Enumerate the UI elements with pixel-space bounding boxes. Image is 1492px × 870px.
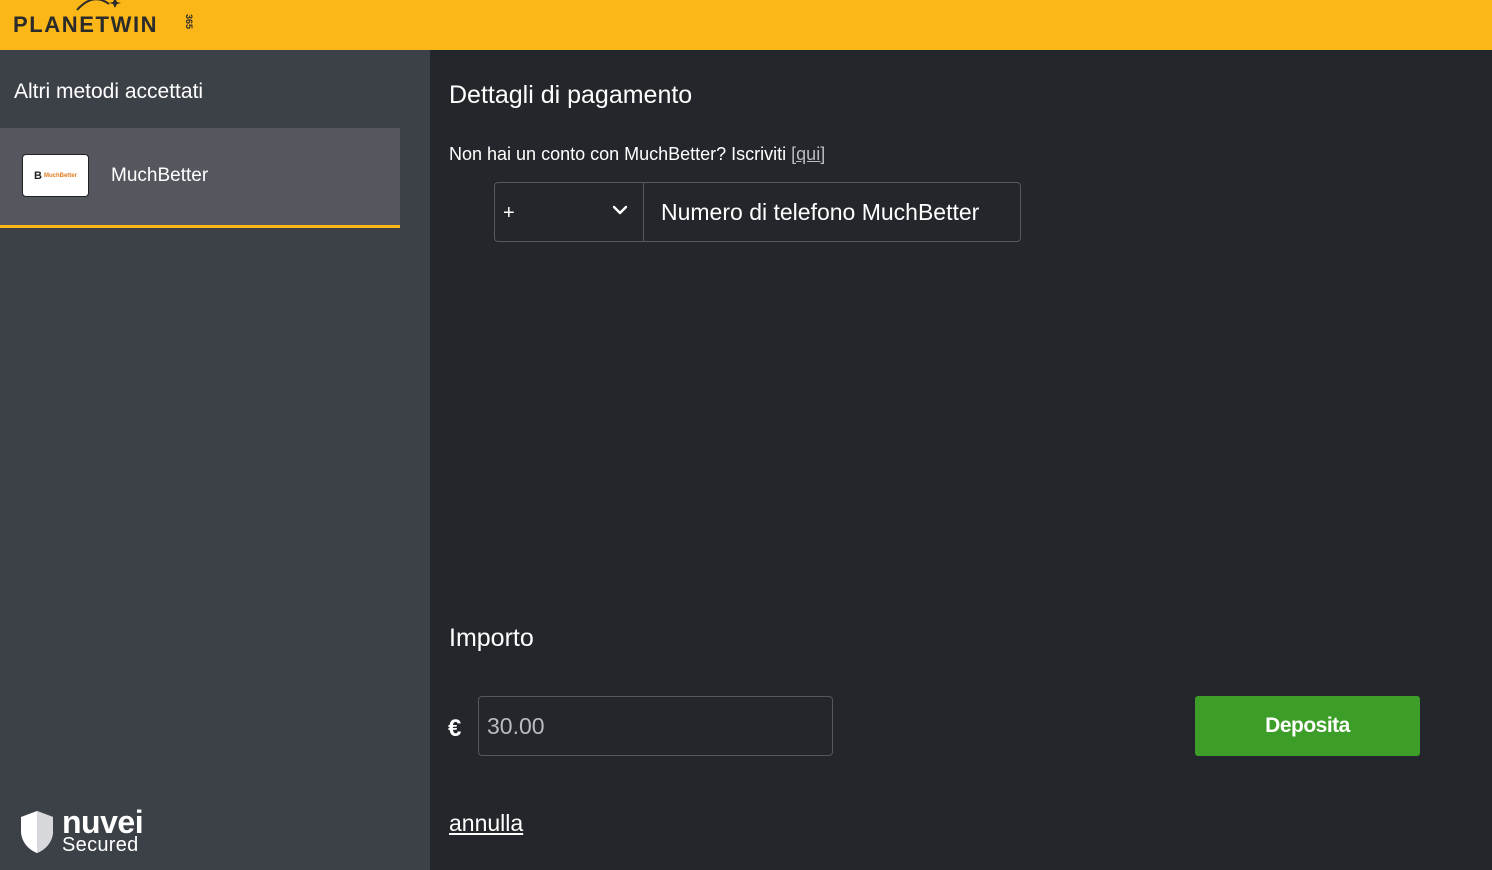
sidebar-title: Altri metodi accettati xyxy=(14,80,204,103)
phone-number-input[interactable] xyxy=(645,183,1020,241)
amount-input[interactable] xyxy=(478,696,833,756)
signup-text: Non hai un conto con MuchBetter? Iscrivi… xyxy=(449,144,792,164)
prefix-value: + xyxy=(503,202,515,224)
payment-method-label: MuchBetter xyxy=(111,165,209,186)
planetwin-logo: PLANETWIN 365 xyxy=(13,0,213,50)
payment-details-title: Dettagli di pagamento xyxy=(449,81,693,109)
nuvei-secured-badge: nuvei Secured xyxy=(18,804,158,858)
chevron-down-icon xyxy=(612,205,628,215)
signup-prompt: Non hai un conto con MuchBetter? Iscrivi… xyxy=(449,144,825,165)
sidebar: Altri metodi accettati B MuchBetter Much… xyxy=(0,50,430,870)
nuvei-tagline: Secured xyxy=(62,834,139,856)
signup-link[interactable]: [qui] xyxy=(791,144,825,164)
muchbetter-logo-mark: B xyxy=(34,169,42,182)
payment-method-muchbetter[interactable]: B MuchBetter MuchBetter xyxy=(0,128,400,228)
shield-icon xyxy=(21,811,53,853)
country-prefix-select[interactable]: + xyxy=(495,183,644,241)
top-bar: PLANETWIN 365 xyxy=(0,0,1492,50)
logo-star-icon xyxy=(76,0,121,11)
amount-title: Importo xyxy=(449,624,534,652)
cancel-link[interactable]: annulla xyxy=(449,810,523,837)
logo-text: PLANETWIN xyxy=(13,12,159,37)
deposit-button[interactable]: Deposita xyxy=(1195,696,1420,756)
currency-symbol: € xyxy=(448,715,462,742)
logo-suffix: 365 xyxy=(184,14,194,30)
phone-field-group: + xyxy=(494,182,1021,242)
main-panel: Dettagli di pagamento Non hai un conto c… xyxy=(430,50,1492,870)
muchbetter-logo: B MuchBetter xyxy=(22,154,89,197)
muchbetter-logo-text: MuchBetter xyxy=(43,172,77,179)
